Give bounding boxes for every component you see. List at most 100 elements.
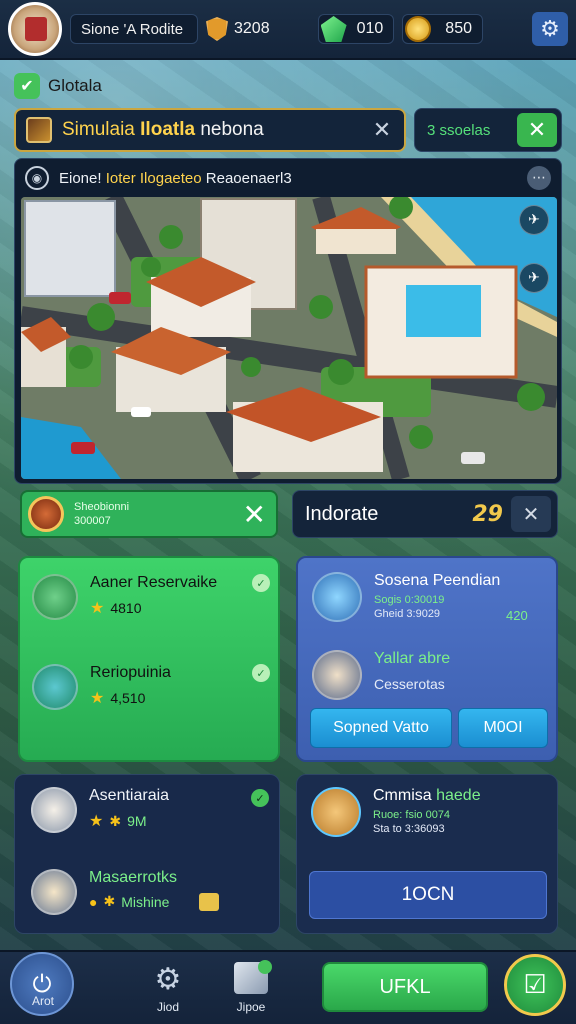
person-card: Sosena Peendian Sogis 0:30019 Gheid 3:90… (296, 556, 558, 762)
reservation-item-2-value: 4,510 (110, 690, 146, 706)
reservation-item-2-title: Reriopuinia (90, 664, 171, 681)
map-header-text: Eione! Ioter Ilogaeteo Reaoenaerl3 (59, 170, 517, 187)
city-map-view[interactable]: ✈ ✈ (21, 197, 557, 479)
title-plain: Simulaia (62, 119, 141, 140)
gem-value: 010 (356, 20, 384, 37)
close-title-button[interactable]: ✕ (370, 118, 394, 143)
commission-action-button[interactable]: 1OCN (309, 871, 547, 919)
shield-value: 3208 (234, 20, 270, 37)
title-tail: nebona (195, 119, 264, 140)
gear-icon[interactable]: ⚙ (150, 962, 186, 998)
reservation-item-1-value-row: ★ 4810 (90, 598, 217, 618)
person-item-1[interactable]: Sosena Peendian Sogis 0:30019 Gheid 3:90… (312, 572, 500, 622)
mode-button[interactable]: M0OI (458, 708, 548, 748)
scroll-icon (311, 787, 361, 837)
commission-card: Cmmisa haede Ruoe: fsio 0074 Sta to 3:36… (296, 774, 558, 934)
reservation-item-1-value: 4810 (110, 600, 142, 616)
nav2-label: Jiod (156, 1000, 179, 1014)
tasks-button[interactable]: ☑ (504, 954, 566, 1016)
checklist-icon: ☑ (523, 970, 547, 1000)
reward-text: Sheobionni 300007 (74, 500, 233, 528)
indicator-value: 29 (472, 501, 503, 527)
assets-card: Asentiaraia ★ ✱ 9M ✓ Masaerrotks ● ✱ Mis… (14, 774, 280, 934)
star-icon: ★ (90, 690, 105, 707)
star-icon: ★ (89, 813, 104, 830)
assets-item-1-value: 9M (127, 813, 147, 829)
book-stack-icon (312, 650, 362, 700)
coin-small-icon: ● (89, 893, 98, 910)
title-text: Simulaia Iloatla nebona (62, 119, 360, 141)
reservation-item-1[interactable]: Aaner Reservaike ★ 4810 (32, 574, 217, 620)
reservation-card: Aaner Reservaike ★ 4810 ✓ Reriopuinia ★ … (18, 556, 280, 762)
confirm-close-button[interactable]: ✕ (517, 113, 557, 147)
commission-sub: Ruoe: fsio 0074 (373, 809, 451, 821)
check-icon: ✓ (252, 664, 270, 682)
location-icon[interactable]: ◉ (25, 166, 49, 190)
map-header-highlight: Ioter Ilogaeteo (105, 169, 202, 187)
reservation-item-2[interactable]: Reriopuinia ★ 4,510 (32, 664, 171, 710)
reward-line1: Sheobionni (74, 501, 130, 513)
palm-tree-icon (32, 574, 78, 620)
reward-bar[interactable]: Sheobionni 300007 ✕ (20, 490, 278, 538)
map-header-prefix: Eione! (59, 169, 106, 187)
person-sub2: Gheid 3:9029 (374, 608, 441, 620)
map-header: ◉ Eione! Ioter Ilogaeteo Reaoenaerl3 ⋯ (15, 159, 561, 197)
assets-item-2-value-row: ● ✱ Mishine (89, 893, 177, 910)
assets-item-2[interactable]: Masaerrotks ● ✱ Mishine (31, 869, 177, 915)
gear-icon: ⚙ (540, 16, 560, 42)
person-item-2[interactable]: Yallar abre Cesserotas (312, 650, 450, 700)
settings-button[interactable]: ⚙ (532, 12, 568, 46)
person-title: Sosena Peendian (374, 572, 501, 589)
assets-item-2-title: Masaerrotks (89, 869, 178, 886)
coin-value: 850 (445, 20, 472, 37)
ok-button[interactable]: UFKL (322, 962, 488, 1012)
reward-coin-icon (28, 496, 64, 532)
commission-item[interactable]: Cmmisa haede Ruoe: fsio 0074 Sta to 3:36… (311, 787, 481, 837)
quest-label-text: Glotala (48, 76, 102, 95)
indicator-close-button[interactable]: ✕ (511, 496, 551, 532)
gem-icon (320, 16, 347, 42)
envelope-icon (31, 787, 77, 833)
commission-sub2: Sta to 3:36093 (373, 823, 445, 835)
nav3-label: Jipoe (236, 1000, 266, 1014)
shield-icon (206, 17, 228, 41)
assets-item-1-title: Asentiaraia (89, 787, 170, 804)
indicator-bar: Indorate 29 ✕ (292, 490, 558, 538)
note-icon (199, 893, 219, 911)
commission-title: Cmmisa haede (373, 787, 481, 805)
person-sub: Sogis 0:30019 (374, 594, 445, 606)
person-item-2-title: Yallar abre (374, 650, 451, 667)
shield-resource: 3208 (206, 17, 270, 41)
indicator-label: Indorate (305, 502, 379, 525)
gem-resource: 010 (317, 14, 395, 44)
map-menu-icon[interactable]: ⋯ (527, 166, 551, 190)
assets-item-1[interactable]: Asentiaraia ★ ✱ 9M (31, 787, 169, 833)
send-button[interactable]: Sopned Vatto (310, 708, 452, 748)
map-icon (32, 664, 78, 710)
coin-resource: 850 (402, 14, 483, 44)
commission-title-plain: Cmmisa (373, 787, 437, 804)
reward-close-icon[interactable]: ✕ (243, 498, 266, 531)
person-item-2-sub: Cesserotas (374, 676, 445, 692)
title-bold: Iloatla (140, 119, 196, 140)
map-locate-button[interactable]: ✈ (519, 263, 549, 293)
reservation-item-1-title: Aaner Reservaike (90, 574, 218, 591)
sparkle-icon: ✱ (109, 812, 122, 829)
map-zoom-button[interactable]: ✈ (519, 205, 549, 235)
leaf-icon (26, 117, 52, 143)
check-icon[interactable]: ✔ (14, 73, 40, 99)
reservation-item-2-value-row: ★ 4,510 (90, 688, 171, 708)
quest-label: ✔ Glotala (14, 72, 102, 100)
city-map-illustration (21, 197, 557, 479)
check-icon: ✓ (251, 789, 269, 807)
score-text: 3 ssoelas (427, 121, 491, 139)
reward-line2: 300007 (74, 515, 111, 527)
coin-icon (405, 16, 432, 42)
notification-badge (258, 960, 272, 974)
player-avatar[interactable] (8, 2, 62, 56)
power-label: Arot (31, 994, 54, 1008)
tools-icon (31, 869, 77, 915)
commission-title-green: haede (436, 787, 481, 804)
sparkle-icon: ✱ (103, 893, 116, 909)
person-side-value: 420 (506, 608, 528, 623)
